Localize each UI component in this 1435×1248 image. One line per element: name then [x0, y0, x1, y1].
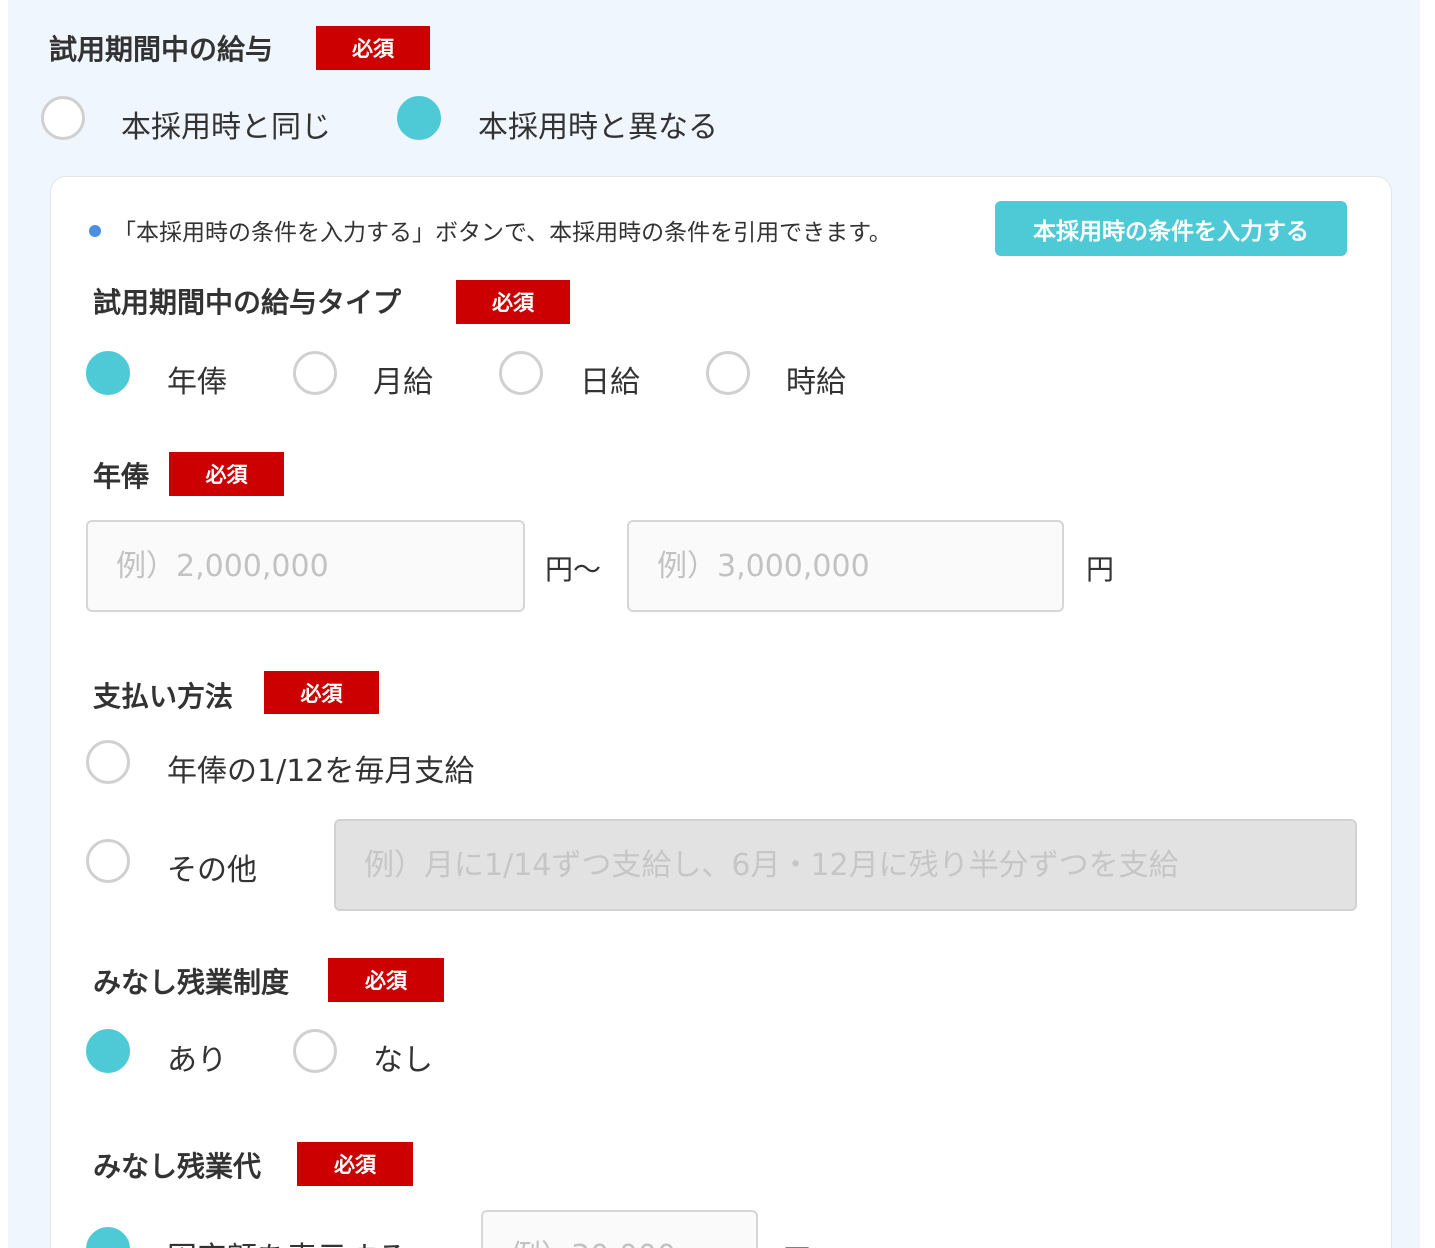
range-separator: 円〜	[545, 553, 602, 586]
radio-salary-type-hourly[interactable]	[706, 351, 750, 395]
required-badge: 必須	[456, 280, 570, 324]
input-regular-conditions-button[interactable]: 本採用時の条件を入力する	[995, 201, 1347, 256]
radio-salary-type-monthly[interactable]	[293, 351, 337, 395]
required-badge: 必須	[316, 26, 430, 70]
radio-label-same-as-regular[interactable]: 本採用時と同じ	[121, 102, 331, 146]
radio-same-as-regular[interactable]	[41, 96, 85, 140]
radio-label-monthly[interactable]: 月給	[373, 357, 433, 401]
payment-method-label: 支払い方法	[93, 680, 234, 713]
overtime-pay-unit: 円	[783, 1238, 811, 1248]
radio-different-from-regular[interactable]	[397, 96, 441, 140]
salary-type-label: 試用期間中の給与タイプ	[93, 286, 402, 319]
annual-salary-label: 年俸	[93, 460, 150, 493]
required-badge: 必須	[264, 671, 379, 714]
radio-label-payment-monthly-1-12[interactable]: 年俸の1/12を毎月支給	[167, 746, 474, 790]
radio-payment-other[interactable]	[86, 839, 130, 883]
radio-label-hourly[interactable]: 時給	[786, 357, 846, 401]
radio-salary-type-annual[interactable]	[86, 351, 130, 395]
deemed-overtime-pay-label: みなし残業代	[93, 1150, 262, 1183]
radio-label-overtime-yes[interactable]: あり	[167, 1035, 227, 1079]
payment-other-input[interactable]	[334, 819, 1357, 911]
bullet-dot-icon	[89, 225, 101, 237]
form-section: 試用期間中の給与 必須 本採用時と同じ 本採用時と異なる 「本採用時の条件を入力…	[8, 0, 1420, 1248]
required-badge: 必須	[297, 1142, 413, 1186]
radio-payment-monthly-1-12[interactable]	[86, 740, 130, 784]
deemed-overtime-system-label: みなし残業制度	[93, 966, 290, 999]
annual-salary-max-input[interactable]	[627, 520, 1064, 612]
radio-overtime-no[interactable]	[293, 1029, 337, 1073]
radio-label-annual[interactable]: 年俸	[167, 357, 227, 401]
required-badge: 必須	[328, 958, 444, 1002]
radio-salary-type-daily[interactable]	[499, 351, 543, 395]
radio-overtime-yes[interactable]	[86, 1029, 130, 1073]
radio-overtime-fixed-amount[interactable]	[86, 1227, 130, 1248]
radio-label-payment-other[interactable]: その他	[167, 845, 257, 889]
overtime-pay-amount-input[interactable]	[481, 1210, 758, 1248]
radio-label-different-from-regular[interactable]: 本採用時と異なる	[478, 102, 718, 146]
radio-label-overtime-no[interactable]: なし	[373, 1035, 433, 1079]
radio-label-daily[interactable]: 日給	[580, 357, 640, 401]
annual-salary-min-input[interactable]	[86, 520, 525, 612]
radio-label-overtime-fixed-amount[interactable]: 固定額を表示する	[167, 1233, 407, 1248]
required-badge: 必須	[169, 452, 284, 496]
annual-salary-unit: 円	[1086, 553, 1115, 586]
trial-salary-label: 試用期間中の給与	[49, 33, 274, 66]
trial-salary-detail-panel: 「本採用時の条件を入力する」ボタンで、本採用時の条件を引用できます。 本採用時の…	[50, 176, 1392, 1248]
notice-text: 「本採用時の条件を入力する」ボタンで、本採用時の条件を引用できます。	[113, 220, 892, 246]
